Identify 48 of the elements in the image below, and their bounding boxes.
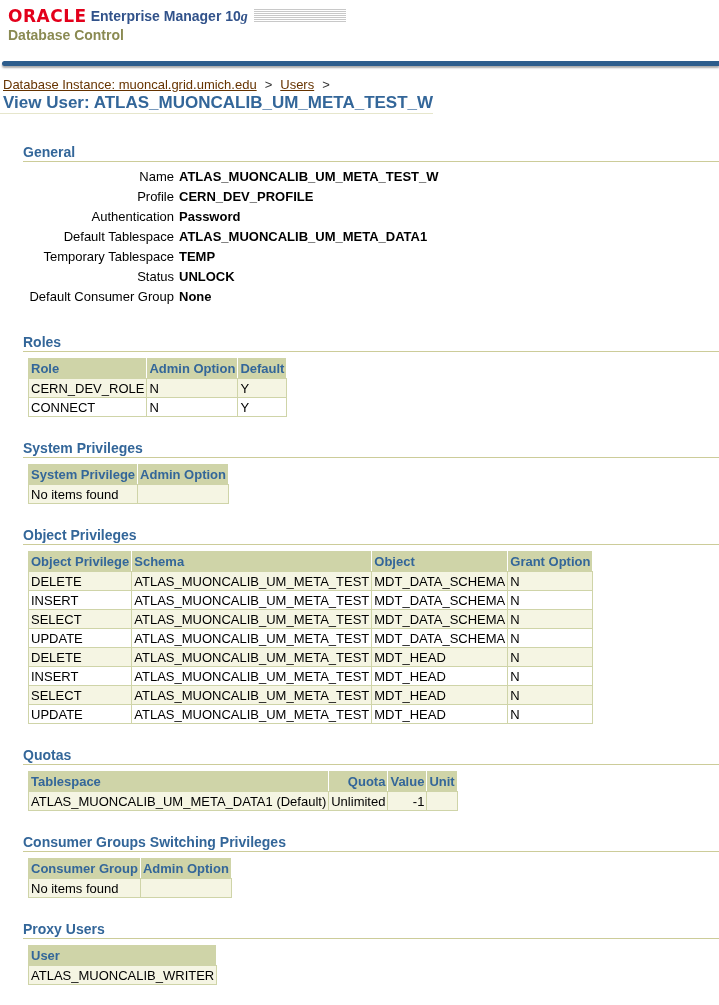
column-header: Admin Option — [146, 358, 238, 379]
breadcrumb-separator: > — [264, 77, 273, 92]
table-cell: CONNECT — [28, 397, 147, 417]
column-header: Admin Option — [137, 464, 229, 485]
column-header: Tablespace — [28, 771, 329, 792]
table-cell: CERN_DEV_ROLE — [28, 378, 147, 398]
property-label: Authentication — [90, 209, 174, 224]
property-label: Profile — [136, 189, 174, 204]
property-label: Default Tablespace — [62, 229, 174, 244]
product-name: Enterprise Manager 10g — [90, 7, 248, 25]
property-value: UNLOCK — [179, 269, 236, 284]
column-header: Role — [28, 358, 147, 379]
section-heading: Proxy Users — [23, 921, 719, 939]
section-heading: System Privileges — [23, 440, 719, 458]
stripes-icon — [253, 9, 346, 23]
column-header: Unit — [426, 771, 458, 792]
column-header: Default — [237, 358, 287, 379]
property-label: Name — [138, 169, 174, 184]
oracle-logo: ORACLE — [8, 6, 87, 26]
section-heading: Object Privileges — [23, 527, 719, 545]
section-heading: General — [23, 144, 719, 162]
column-header: Value — [387, 771, 427, 792]
section-heading: Roles — [23, 334, 719, 352]
property-value: ATLAS_MUONCALIB_UM_META_TEST_W — [179, 169, 440, 184]
column-header: Grant Option — [507, 551, 593, 572]
product-subtitle: Database Control — [8, 27, 125, 43]
column-header: Object — [371, 551, 508, 572]
breadcrumb-link[interactable]: Database Instance: muoncal.grid.umich.edu — [3, 77, 257, 92]
section-heading: Quotas — [23, 747, 719, 765]
property-label: Temporary Tablespace — [42, 249, 174, 264]
column-header: Consumer Group — [28, 858, 141, 879]
property-value: TEMP — [179, 249, 217, 264]
section-heading: Consumer Groups Switching Privileges — [23, 834, 719, 852]
column-header: Admin Option — [140, 858, 232, 879]
column-header: User — [28, 945, 217, 966]
page-title: View User: ATLAS_MUONCALIB_UM_META_TEST_W — [0, 93, 434, 114]
breadcrumb-separator: > — [322, 77, 330, 92]
property-value: None — [179, 289, 213, 304]
column-header: System Privilege — [28, 464, 138, 485]
property-value: CERN_DEV_PROFILE — [179, 189, 315, 204]
property-label: Default Consumer Group — [28, 289, 174, 304]
column-header: Schema — [131, 551, 372, 572]
column-header: Object Privilege — [28, 551, 132, 572]
property-value: ATLAS_MUONCALIB_UM_META_DATA1 — [179, 229, 429, 244]
property-value: Password — [179, 209, 242, 224]
column-header: Quota — [328, 771, 388, 792]
breadcrumb-link[interactable]: Users — [280, 77, 315, 92]
property-label: Status — [136, 269, 174, 284]
